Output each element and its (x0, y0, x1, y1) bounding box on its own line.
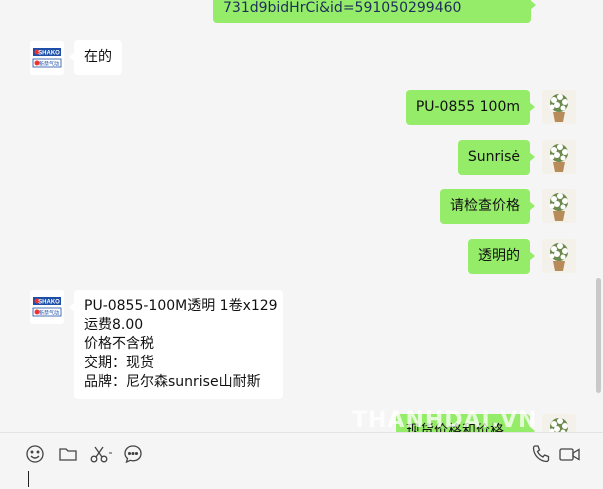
contact-avatar[interactable]: SHAKO 新恭气动 (30, 41, 64, 75)
chat-message-area[interactable]: 731d9bidHrCi&id=591050299460 SHAKO 新恭气动 … (0, 0, 603, 432)
my-avatar[interactable] (542, 239, 576, 273)
message-bubble[interactable]: PU-0855 100m (405, 90, 536, 125)
my-avatar[interactable] (542, 414, 576, 432)
message-link-bubble[interactable]: 731d9bidHrCi&id=591050299460 (213, 0, 536, 23)
svg-text:SHAKO: SHAKO (38, 300, 60, 306)
chat-history-icon[interactable] (122, 443, 144, 465)
message-bubble[interactable]: Sunrisė (457, 140, 536, 175)
chat-scrollbar[interactable] (596, 278, 601, 393)
message-line: 运费8.00 (84, 317, 144, 333)
input-toolbar (0, 432, 603, 489)
my-avatar[interactable] (542, 189, 576, 223)
scissors-icon[interactable] (89, 443, 115, 465)
my-avatar[interactable] (542, 90, 576, 124)
folder-icon[interactable] (57, 443, 79, 465)
my-avatar[interactable] (542, 140, 576, 174)
emoji-icon[interactable] (24, 443, 46, 465)
svg-text:新恭气动: 新恭气动 (39, 61, 59, 68)
message-text: PU-0855 100m (415, 99, 520, 115)
message-line: 交期：现货 (84, 355, 154, 371)
message-bubble[interactable]: PU-0855-100M透明 1卷x129 运费8.00 价格不含税 交期：现货… (69, 290, 283, 399)
message-text: 在的 (84, 49, 112, 65)
video-icon[interactable] (558, 443, 582, 465)
contact-avatar[interactable]: SHAKO 新恭气动 (30, 290, 64, 324)
message-bubble[interactable]: 在的 (69, 40, 122, 75)
watermark: THANHDAI.VN (352, 408, 538, 432)
message-text: 731d9bidHrCi&id=591050299460 (223, 0, 462, 16)
message-input-cursor[interactable] (28, 471, 29, 487)
message-text: 请检查价格 (450, 198, 520, 214)
message-text: Sunrisė (467, 149, 520, 165)
message-line: 价格不含税 (84, 336, 154, 352)
phone-icon[interactable] (530, 443, 552, 465)
message-bubble[interactable]: 请检查价格 (440, 189, 535, 224)
svg-text:SHAKO: SHAKO (38, 51, 60, 57)
message-text: 透明的 (478, 248, 520, 264)
message-bubble[interactable]: 透明的 (468, 239, 535, 274)
message-line: 品牌：尼尔森sunrise山耐斯 (84, 374, 261, 390)
message-line: PU-0855-100M透明 1卷x129 (84, 298, 278, 314)
svg-text:新恭气动: 新恭气动 (39, 310, 59, 317)
